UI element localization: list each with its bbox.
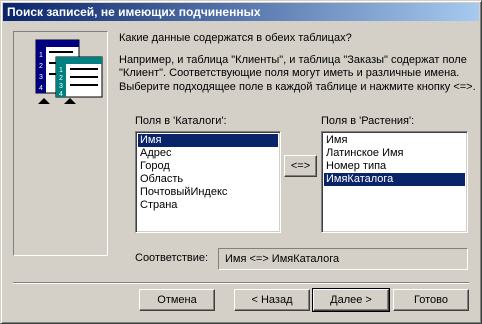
separator-highlight xyxy=(13,283,469,284)
left-list-item[interactable]: ПочтовыйИндекс xyxy=(138,186,278,199)
front-num-1: 1 xyxy=(59,67,63,74)
right-list-item[interactable]: Номер типа xyxy=(324,160,465,173)
front-num-3: 3 xyxy=(59,83,63,90)
title-bar[interactable]: Поиск записей, не имеющих подчиненных xyxy=(3,3,479,21)
right-list-item[interactable]: ИмяКаталога xyxy=(324,173,465,186)
left-list-item[interactable]: Город xyxy=(138,160,278,173)
finish-button[interactable]: Готово xyxy=(393,289,469,311)
match-result-field: Имя <=> ИмяКаталога xyxy=(218,248,468,270)
window-title: Поиск записей, не имеющих подчиненных xyxy=(7,5,261,19)
tables-illustration-icon: 1 2 3 4 1 2 3 4 xyxy=(35,39,103,104)
right-list-item[interactable]: Латинское Имя xyxy=(324,147,465,160)
left-field-list[interactable]: Имя Адрес Город Область ПочтовыйИндекс С… xyxy=(135,131,281,233)
select-hint-text: Выберите подходящее поле в каждой таблиц… xyxy=(119,81,476,93)
question-text: Какие данные содержатся в обеих таблицах… xyxy=(119,32,352,44)
wizard-window: Поиск записей, не имеющих подчиненных 1 … xyxy=(0,0,482,324)
next-button[interactable]: Далее > xyxy=(312,288,390,312)
match-fields-button[interactable]: <=> xyxy=(284,155,317,177)
left-list-item[interactable]: Имя xyxy=(138,134,278,147)
tables-illustration: 1 2 3 4 1 2 3 4 xyxy=(13,31,108,256)
right-list-item[interactable]: Имя xyxy=(324,134,465,147)
back-num-4: 4 xyxy=(39,85,43,92)
cancel-button[interactable]: Отмена xyxy=(139,289,215,311)
back-num-2: 2 xyxy=(39,63,43,70)
back-num-3: 3 xyxy=(39,74,43,81)
match-label: Соответствие: xyxy=(135,252,209,264)
back-num-1: 1 xyxy=(39,52,43,59)
right-list-label: Поля в 'Растения': xyxy=(321,115,415,127)
left-list-item[interactable]: Область xyxy=(138,173,278,186)
front-num-4: 4 xyxy=(59,91,63,98)
match-result-value: Имя <=> ИмяКаталога xyxy=(225,253,340,265)
right-field-list[interactable]: Имя Латинское Имя Номер типа ИмяКаталога xyxy=(321,131,468,233)
left-list-item[interactable]: Адрес xyxy=(138,147,278,160)
front-num-2: 2 xyxy=(59,75,63,82)
left-list-item[interactable]: Страна xyxy=(138,199,278,212)
left-list-label: Поля в 'Каталоги': xyxy=(135,115,227,127)
example-text-line2: "Клиент". Соответствующие поля могут име… xyxy=(119,67,460,79)
example-text-line1: Например, и таблица "Клиенты", и таблица… xyxy=(119,54,467,66)
back-button[interactable]: < Назад xyxy=(234,289,310,311)
